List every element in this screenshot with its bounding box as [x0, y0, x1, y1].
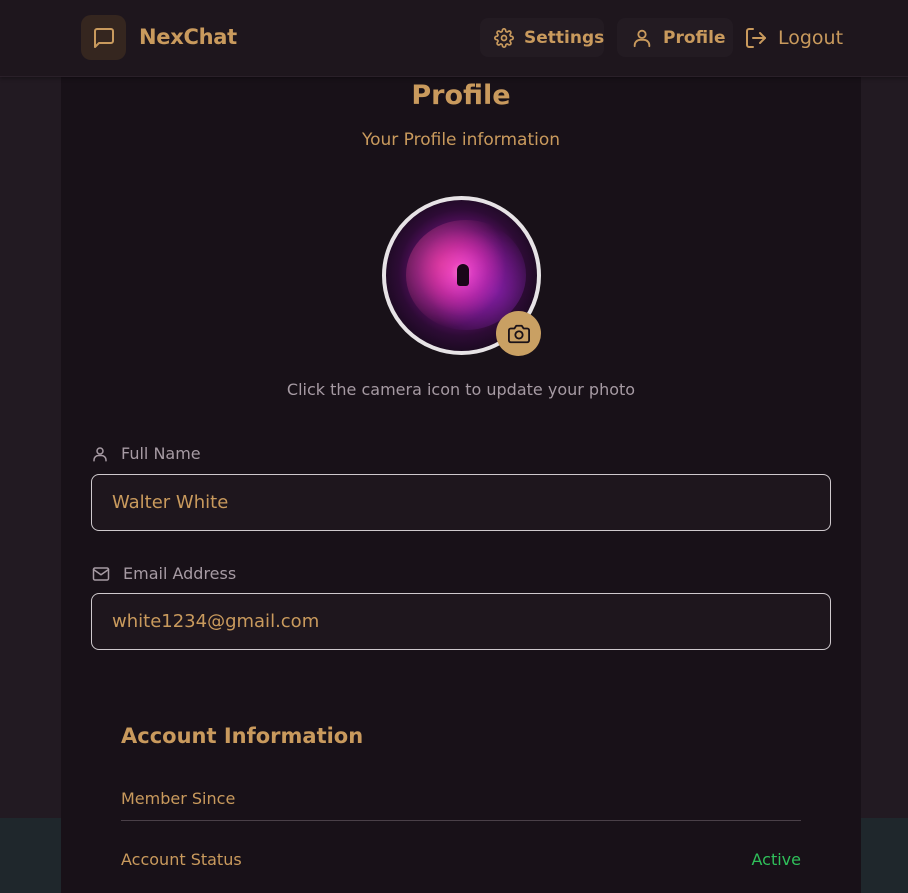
- user-icon: [633, 29, 651, 47]
- page-title: Profile: [411, 80, 511, 111]
- logout-button[interactable]: Logout: [736, 18, 848, 57]
- row-divider: [121, 820, 801, 821]
- account-status-row: Account Status Active: [121, 850, 801, 869]
- member-since-row: Member Since: [121, 789, 801, 808]
- photo-hint: Click the camera icon to update your pho…: [286, 380, 636, 399]
- avatar-figure: [457, 264, 469, 286]
- gear-icon: [494, 27, 514, 48]
- account-info-title: Account Information: [121, 724, 364, 748]
- profile-label: Profile: [663, 27, 726, 48]
- full-name-label: Full Name: [91, 444, 201, 463]
- logout-label: Logout: [778, 26, 844, 49]
- brand-logo[interactable]: [81, 15, 126, 60]
- profile-button[interactable]: Profile: [617, 18, 733, 57]
- chat-bubble-icon: [93, 27, 114, 48]
- email-label: Email Address: [91, 564, 236, 583]
- camera-upload-button[interactable]: [496, 311, 541, 356]
- camera-icon: [507, 324, 530, 343]
- settings-button[interactable]: Settings: [480, 18, 604, 57]
- account-status-label: Account Status: [121, 850, 242, 869]
- member-since-label: Member Since: [121, 789, 236, 808]
- page-subtitle: Your Profile information: [361, 130, 561, 150]
- settings-label: Settings: [524, 27, 605, 48]
- profile-card: Profile Your Profile information Click t…: [61, 77, 861, 893]
- brand-name[interactable]: NexChat: [139, 25, 237, 49]
- top-navbar: NexChat Settings Profile Logout: [0, 0, 908, 77]
- full-name-field[interactable]: [91, 474, 831, 531]
- status-badge: Active: [751, 850, 802, 869]
- email-label-text: Email Address: [123, 564, 237, 583]
- logout-icon: [746, 27, 766, 48]
- user-icon: [93, 446, 107, 461]
- full-name-label-text: Full Name: [121, 444, 201, 463]
- email-field[interactable]: [91, 593, 831, 650]
- mail-icon: [92, 566, 110, 581]
